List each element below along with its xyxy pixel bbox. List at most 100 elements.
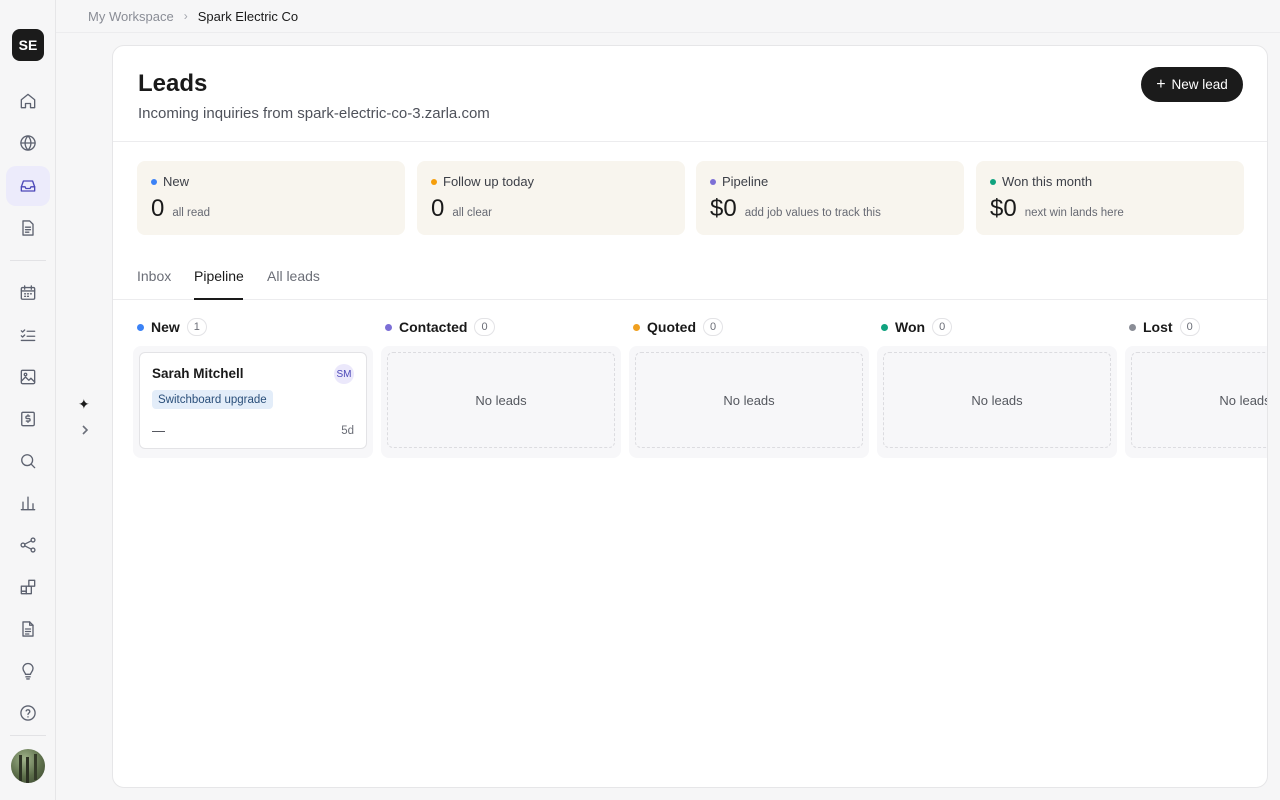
expand-sidebar-button[interactable] (78, 422, 92, 438)
stat-note: next win lands here (1024, 207, 1124, 219)
chart-icon (20, 496, 36, 511)
nav-media[interactable] (6, 357, 50, 397)
top-divider (56, 32, 1280, 33)
status-dot (385, 323, 392, 331)
breadcrumb-separator-icon: › (183, 9, 188, 23)
status-dot (431, 178, 437, 185)
lead-card[interactable]: Sarah Mitchell SM Switchboard upgrade — … (139, 352, 367, 449)
workspace-badge[interactable]: SE (12, 29, 44, 61)
column-header-lost: Lost 0 (1129, 318, 1200, 336)
column-count-badge: 0 (932, 318, 953, 336)
checklist-icon (20, 329, 36, 342)
invoice-icon (21, 411, 35, 427)
nav-analytics[interactable] (6, 483, 50, 523)
globe-icon (20, 135, 36, 151)
nav-invoices[interactable] (6, 399, 50, 439)
leads-panel: Leads Incoming inquiries from spark-elec… (112, 45, 1268, 788)
active-tab-indicator (194, 298, 243, 300)
stat-label: Pipeline (710, 174, 768, 189)
status-dot (990, 178, 996, 185)
help-icon (20, 705, 36, 721)
image-icon (20, 369, 36, 385)
status-dot (633, 323, 640, 331)
stat-note: all read (172, 207, 211, 219)
new-lead-label: New lead (1171, 77, 1228, 92)
stat-new: New 0 all read (137, 161, 405, 235)
tab-inbox[interactable]: Inbox (137, 268, 171, 284)
empty-state: No leads (635, 352, 863, 448)
stat-label: New (151, 174, 189, 189)
header-divider (113, 141, 1267, 142)
stat-value: 0 (151, 195, 165, 222)
stat-value: $0 (710, 195, 737, 222)
sidebar-divider-bottom (10, 735, 46, 736)
column-title: Won (895, 319, 926, 335)
nav-help[interactable] (6, 693, 50, 733)
apps-icon (20, 579, 36, 595)
column-count-badge: 0 (703, 318, 724, 336)
column-count-badge: 0 (474, 318, 495, 336)
lead-avatar: SM (334, 364, 354, 384)
empty-state: No leads (387, 352, 615, 448)
tab-all-leads[interactable]: All leads (267, 268, 320, 284)
stat-label-text: Pipeline (722, 174, 769, 189)
status-dot (137, 323, 144, 331)
stat-label: Follow up today (431, 174, 534, 189)
stat-value-row: $0 next win lands here (990, 195, 1124, 223)
stat-value: $0 (990, 195, 1017, 222)
stat-label-text: New (163, 174, 190, 189)
column-quoted: No leads (629, 346, 869, 458)
sidebar-divider (10, 260, 46, 261)
nav-search[interactable] (6, 441, 50, 481)
column-title: New (151, 319, 180, 335)
file-icon (22, 621, 34, 637)
lead-value: — (152, 423, 165, 438)
status-dot (1129, 323, 1136, 331)
nav-calendar[interactable] (6, 273, 50, 313)
breadcrumb: My Workspace › Spark Electric Co (88, 8, 298, 24)
nav-pages[interactable] (6, 208, 50, 248)
user-avatar[interactable] (11, 749, 45, 783)
new-lead-button[interactable]: + New lead (1141, 67, 1243, 102)
search-icon (21, 454, 36, 469)
stat-label: Won this month (990, 174, 1092, 189)
breadcrumb-workspace[interactable]: My Workspace (88, 9, 174, 24)
column-header-new: New 1 (137, 318, 207, 336)
column-won: No leads (877, 346, 1117, 458)
nav-forms[interactable] (6, 609, 50, 649)
home-icon (20, 93, 36, 109)
lead-name: Sarah Mitchell (152, 366, 244, 381)
stat-value-row: 0 all read (151, 195, 210, 223)
column-lost: No leads (1125, 346, 1267, 458)
nav-website[interactable] (6, 123, 50, 163)
tab-pipeline[interactable]: Pipeline (194, 268, 244, 284)
column-count-badge: 0 (1179, 318, 1200, 336)
plus-icon: + (1156, 75, 1166, 93)
lead-service-tag: Switchboard upgrade (152, 390, 273, 409)
column-contacted: No leads (381, 346, 621, 458)
stat-note: add job values to track this (744, 207, 881, 219)
column-new: Sarah Mitchell SM Switchboard upgrade — … (133, 346, 373, 458)
status-dot (881, 323, 888, 331)
column-title: Contacted (399, 319, 468, 335)
inbox-icon (20, 180, 36, 192)
column-count-badge: 1 (186, 318, 207, 336)
column-header-contacted: Contacted 0 (385, 318, 495, 336)
column-title: Lost (1143, 319, 1173, 335)
page-title: Leads (138, 70, 208, 97)
nav-leads[interactable] (6, 166, 50, 206)
calendar-icon (20, 285, 36, 300)
nav-social[interactable] (6, 525, 50, 565)
empty-state: No leads (1131, 352, 1267, 448)
nav-tasks[interactable] (6, 315, 50, 355)
stat-won-this-month: Won this month $0 next win lands here (976, 161, 1244, 235)
nav-apps[interactable] (6, 567, 50, 607)
nav-home[interactable] (6, 81, 50, 121)
stat-value: 0 (431, 195, 445, 222)
page-subtitle: Incoming inquiries from spark-electric-c… (138, 105, 490, 122)
empty-state: No leads (883, 352, 1111, 448)
status-dot (151, 178, 157, 185)
nav-ideas[interactable] (6, 651, 50, 691)
assistant-sparkle-icon[interactable]: ✦ (78, 396, 90, 413)
column-title: Quoted (647, 319, 696, 335)
